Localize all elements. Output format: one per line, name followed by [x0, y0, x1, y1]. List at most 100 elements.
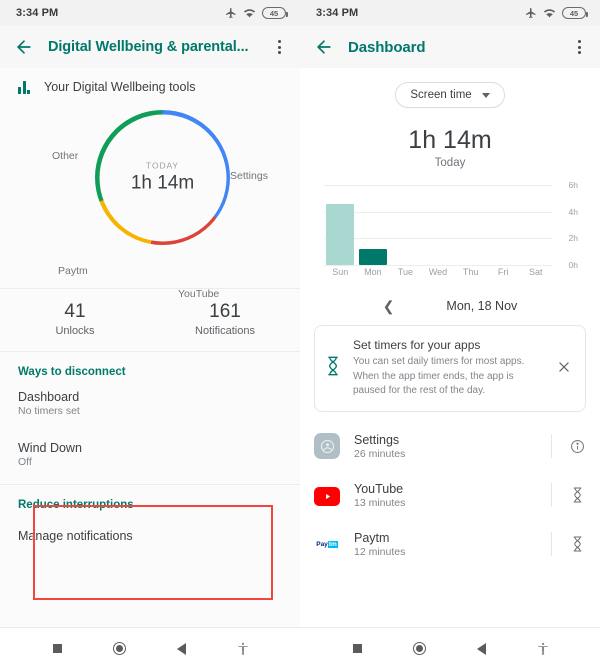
donut-center: TODAY 1h 14m	[99, 114, 226, 241]
chevron-down-icon	[481, 92, 490, 98]
accessibility-icon[interactable]	[230, 636, 256, 662]
ytick-0h: 0h	[568, 260, 578, 270]
wifi-icon	[543, 7, 556, 19]
notifications-label: Notifications	[195, 324, 255, 337]
back-arrow-icon[interactable]	[14, 37, 34, 57]
total-screen-time: 1h 14m	[408, 126, 492, 154]
youtube-app-icon	[314, 487, 340, 506]
page-title: Digital Wellbeing & parental...	[48, 39, 249, 55]
bar-col-mon[interactable]	[357, 185, 390, 265]
app-usage-time: 26 minutes	[354, 447, 406, 460]
bar-sun	[326, 203, 355, 265]
weekly-screen-time-bar-chart[interactable]: 6h 4h 2h 0h Sun Mon Tue Wed Thu Fri Sat	[324, 180, 578, 277]
set-timers-info-card: Set timers for your apps You can set dai…	[314, 325, 586, 412]
bar-col-sun[interactable]	[324, 185, 357, 265]
status-icons: 45	[225, 7, 288, 19]
stat-unlocks[interactable]: 41 Unlocks	[0, 289, 150, 351]
bar-col-wed[interactable]	[422, 185, 455, 265]
bar-col-fri[interactable]	[487, 185, 520, 265]
xtick-tue: Tue	[397, 267, 414, 277]
wind-down-subtitle: Off	[18, 455, 32, 468]
nav-bar-right	[300, 627, 600, 669]
sidebar-item-wind-down[interactable]: Wind Down Off	[0, 425, 300, 476]
status-icons: 45	[525, 7, 588, 19]
total-screen-time-sub: Today	[434, 157, 466, 169]
hourglass-icon	[325, 355, 341, 382]
back-triangle-icon[interactable]	[168, 636, 194, 662]
app-usage-time: 13 minutes	[354, 496, 406, 509]
xtick-thu: Thu	[462, 267, 479, 277]
list-item[interactable]: Settings 26 minutes	[300, 422, 600, 471]
home-circle-icon[interactable]	[406, 636, 432, 662]
usage-stats-row: 41 Unlocks 161 Notifications	[0, 288, 300, 351]
wellbeing-tools-label: Your Digital Wellbeing tools	[44, 80, 196, 94]
left-phone-screen: 3:34 PM 45 Digital Wellbeing & parental.…	[0, 0, 300, 669]
left-screen-body: Your Digital Wellbeing tools TODAY 1h 14…	[0, 68, 300, 669]
bar-mon	[358, 248, 387, 265]
app-meta: YouTube 13 minutes	[354, 482, 551, 509]
nav-bar-left	[0, 627, 300, 669]
back-arrow-icon[interactable]	[314, 37, 334, 57]
list-item[interactable]: YouTube 13 minutes	[300, 471, 600, 520]
donut-label-other: Other	[52, 150, 79, 162]
app-usage-list: Settings 26 minutes YouTube 13 minutes P…	[300, 422, 600, 569]
donut-label-youtube: YouTube	[178, 288, 220, 300]
home-circle-icon[interactable]	[106, 636, 132, 662]
ways-to-disconnect-heading: Ways to disconnect	[18, 365, 126, 378]
filter-pill-label: Screen time	[410, 89, 472, 101]
sidebar-item-dashboard[interactable]: Dashboard No timers set	[0, 384, 300, 425]
bar-col-tue[interactable]	[389, 185, 422, 265]
xtick-fri: Fri	[497, 267, 509, 277]
bar-col-sat[interactable]	[519, 185, 552, 265]
donut-label-paytm: Paytm	[58, 265, 88, 277]
app-name: YouTube	[354, 481, 404, 496]
status-time: 3:34 PM	[316, 7, 359, 19]
row-divider	[551, 434, 552, 458]
close-icon[interactable]	[557, 360, 573, 376]
gridline-0h	[324, 265, 552, 266]
reduce-interruptions-heading: Reduce interruptions	[18, 498, 134, 511]
hourglass-icon[interactable]	[568, 486, 586, 504]
selected-date: Mon, 18 Nov	[446, 299, 518, 313]
dual-screenshot-stage: 3:34 PM 45 Digital Wellbeing & parental.…	[0, 0, 600, 669]
app-bar-left: Digital Wellbeing & parental...	[0, 26, 300, 68]
xtick-wed: Wed	[428, 267, 448, 277]
airplane-mode-icon	[225, 7, 237, 19]
bar-chart-x-labels: Sun Mon Tue Wed Thu Fri Sat	[324, 267, 552, 277]
back-triangle-icon[interactable]	[468, 636, 494, 662]
ytick-6h: 6h	[568, 180, 578, 190]
right-screen-body: Screen time 1h 14m Today 6h 4h 2h 0h Sun…	[300, 68, 600, 669]
ytick-4h: 4h	[568, 206, 578, 217]
settings-app-icon	[314, 433, 340, 459]
stat-notifications[interactable]: 161 Notifications	[150, 289, 300, 351]
app-meta: Settings 26 minutes	[354, 433, 551, 460]
chevron-left-icon[interactable]: ❮	[383, 299, 395, 313]
app-name: Settings	[354, 432, 400, 447]
dashboard-title: Dashboard	[18, 389, 80, 404]
row-divider	[551, 483, 552, 507]
notifications-count: 161	[209, 301, 241, 322]
screen-time-donut-chart[interactable]: TODAY 1h 14m Other Settings Paytm YouTub…	[0, 98, 300, 300]
kebab-menu-icon[interactable]	[270, 40, 288, 54]
timer-card-text: Set timers for your apps You can set dai…	[353, 338, 545, 399]
recents-square-icon[interactable]	[344, 636, 370, 662]
app-usage-time: 12 minutes	[354, 545, 406, 558]
info-icon[interactable]	[568, 439, 586, 454]
timer-card-description: You can set daily timers for most apps. …	[353, 356, 525, 396]
list-item[interactable]: Pay tm Paytm 12 minutes	[300, 520, 600, 569]
kebab-menu-icon[interactable]	[570, 40, 588, 54]
bar-col-thu[interactable]	[454, 185, 487, 265]
hourglass-icon[interactable]	[568, 535, 586, 553]
accessibility-icon[interactable]	[530, 636, 556, 662]
screen-time-filter-dropdown[interactable]: Screen time	[395, 82, 505, 108]
sidebar-item-manage-notifications[interactable]: Manage notifications	[0, 517, 300, 553]
recents-square-icon[interactable]	[44, 636, 70, 662]
battery-icon: 45	[262, 7, 288, 19]
xtick-sun: Sun	[332, 267, 349, 277]
donut-label-settings: Settings	[230, 170, 268, 182]
wellbeing-tools-header: Your Digital Wellbeing tools	[0, 68, 300, 98]
ytick-2h: 2h	[568, 233, 578, 244]
unlocks-label: Unlocks	[55, 324, 95, 337]
status-bar-left: 3:34 PM 45	[0, 0, 300, 26]
bar-series	[324, 185, 552, 265]
